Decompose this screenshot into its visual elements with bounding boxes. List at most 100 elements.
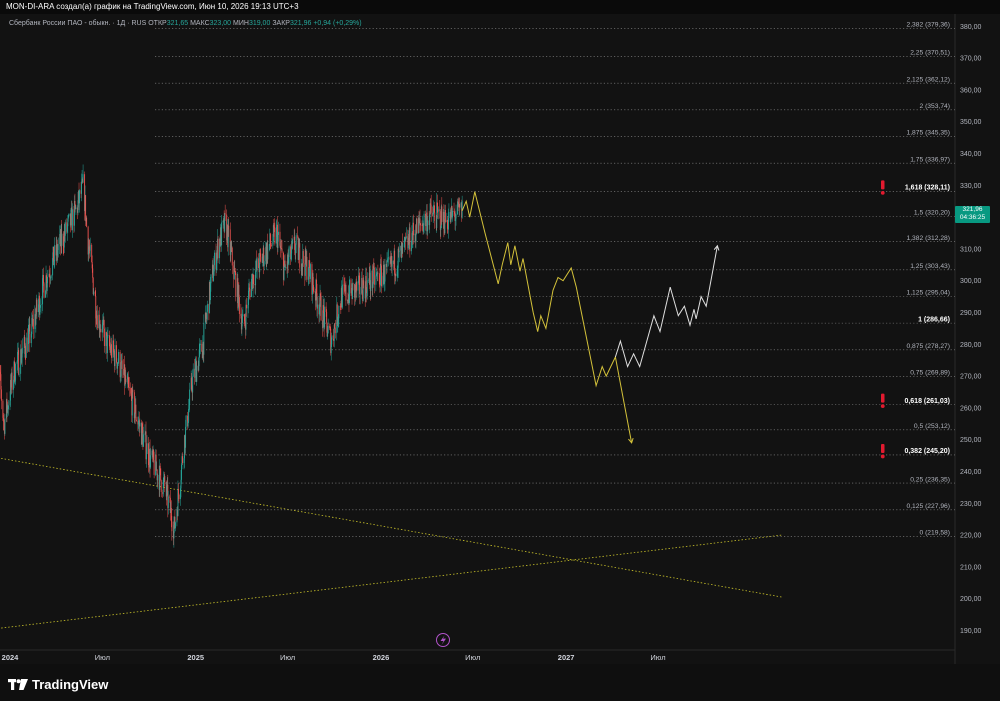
- high-label: МАКС: [190, 20, 210, 27]
- candle: [105, 327, 107, 355]
- lightning-icon[interactable]: [436, 633, 450, 647]
- candle-body: [203, 323, 205, 355]
- candle-body: [288, 246, 290, 258]
- fib-label: 1,125 (295,04): [906, 290, 950, 297]
- candle-body: [61, 233, 63, 247]
- candle-body: [263, 261, 265, 266]
- candle-body: [36, 299, 38, 313]
- candle-body: [246, 304, 247, 309]
- fib-label: 2 (353,74): [920, 103, 951, 110]
- fib-label: 0,618 (261,03): [904, 398, 950, 405]
- candle: [221, 215, 223, 252]
- candle-body: [159, 465, 161, 469]
- candle-body: [248, 290, 249, 305]
- candle-body: [126, 378, 128, 383]
- candle-body: [420, 223, 421, 226]
- price-tick-label: 210,00: [960, 564, 982, 571]
- fib-label: 0,382 (245,20): [904, 448, 950, 455]
- candle: [231, 246, 233, 275]
- candle-body: [157, 474, 159, 481]
- tradingview-logo-text: TradingView: [32, 677, 109, 692]
- candle-body: [366, 280, 368, 296]
- price-tick-label: 340,00: [960, 151, 982, 158]
- candle-body: [359, 293, 361, 295]
- candle: [357, 280, 359, 298]
- candle-body: [139, 422, 141, 427]
- candle-body: [43, 283, 45, 298]
- candle-body: [160, 468, 162, 481]
- price-tick-label: 220,00: [960, 533, 982, 540]
- candle-body: [68, 213, 70, 216]
- candle: [160, 468, 162, 482]
- candle-body: [324, 306, 326, 328]
- high-value: 323,00: [209, 20, 232, 27]
- candle-body: [221, 222, 223, 246]
- fib-label: 0,5 (253,12): [914, 423, 950, 430]
- fib-label: 1,382 (312,28): [906, 235, 950, 242]
- candle: [0, 386, 2, 410]
- candle: [283, 265, 285, 282]
- candle: [235, 271, 237, 302]
- candle-body: [427, 220, 429, 232]
- time-tick-label: Июл: [465, 653, 480, 662]
- candle-body: [444, 210, 446, 223]
- candle-body: [146, 443, 148, 455]
- candle: [256, 256, 258, 280]
- price-tick-label: 250,00: [960, 437, 982, 444]
- candle: [100, 319, 102, 342]
- candle-body: [345, 284, 347, 301]
- alert-icon: [880, 393, 885, 409]
- price-tick-label: 230,00: [960, 501, 982, 508]
- candle-body: [118, 352, 120, 363]
- fib-label: 1,75 (336,97): [910, 156, 950, 163]
- candle: [114, 338, 116, 371]
- candle-body: [281, 248, 283, 253]
- time-axis: 2024 Июл 2025 Июл 2026 Июл 2027 Июл: [2, 653, 666, 662]
- candle: [341, 276, 343, 309]
- candle-body: [15, 363, 17, 381]
- candle-body: [260, 253, 262, 257]
- candle-body: [277, 231, 279, 235]
- candle-body: [188, 408, 190, 422]
- candle-body: [224, 213, 226, 215]
- fib-label: 1 (286,66): [918, 316, 950, 323]
- candle-body: [143, 434, 144, 447]
- candle-body: [338, 306, 340, 319]
- candle-body: [107, 335, 109, 337]
- candle-body: [148, 443, 149, 466]
- symbol-name: Сбербанк России ПАО - обыкн. · 1Д · RUS: [9, 20, 147, 27]
- close-label: ЗАКР: [272, 20, 290, 27]
- candle-body: [306, 256, 308, 280]
- candle-body: [267, 245, 269, 260]
- candle-body: [196, 365, 198, 382]
- candle-body: [274, 227, 276, 244]
- candle-body: [270, 244, 272, 246]
- price-chart[interactable]: 2,382 (379,36) 2,25 (370,51) 2,125 (362,12…: [0, 0, 1000, 701]
- fib-label: 1,875 (345,35): [906, 130, 950, 137]
- candle-body: [448, 211, 450, 219]
- candle: [405, 227, 407, 239]
- candle: [146, 435, 148, 455]
- projection-path-white: [614, 245, 718, 369]
- tradingview-logo[interactable]: TradingView: [8, 677, 108, 692]
- open-label: ОТКР: [148, 20, 167, 27]
- candle-body: [391, 260, 393, 267]
- candle-body: [217, 238, 219, 259]
- time-tick-label: Июл: [650, 653, 665, 662]
- price-tick-label: 350,00: [960, 119, 982, 126]
- candle: [4, 414, 6, 436]
- price-tick-label: 380,00: [960, 24, 982, 31]
- low-label: МИН: [233, 20, 249, 27]
- candle: [349, 276, 350, 305]
- candle-body: [395, 273, 397, 277]
- fib-label: 1,25 (303,43): [910, 263, 950, 270]
- candle-body: [164, 475, 166, 487]
- candle-body: [22, 347, 24, 354]
- candle-body: [160, 480, 162, 492]
- candle-body: [283, 265, 285, 280]
- candle-body: [114, 345, 116, 367]
- candle-body: [441, 206, 443, 222]
- time-tick-label: 2025: [187, 653, 204, 662]
- candle-body: [320, 296, 322, 321]
- candle-body: [317, 304, 318, 309]
